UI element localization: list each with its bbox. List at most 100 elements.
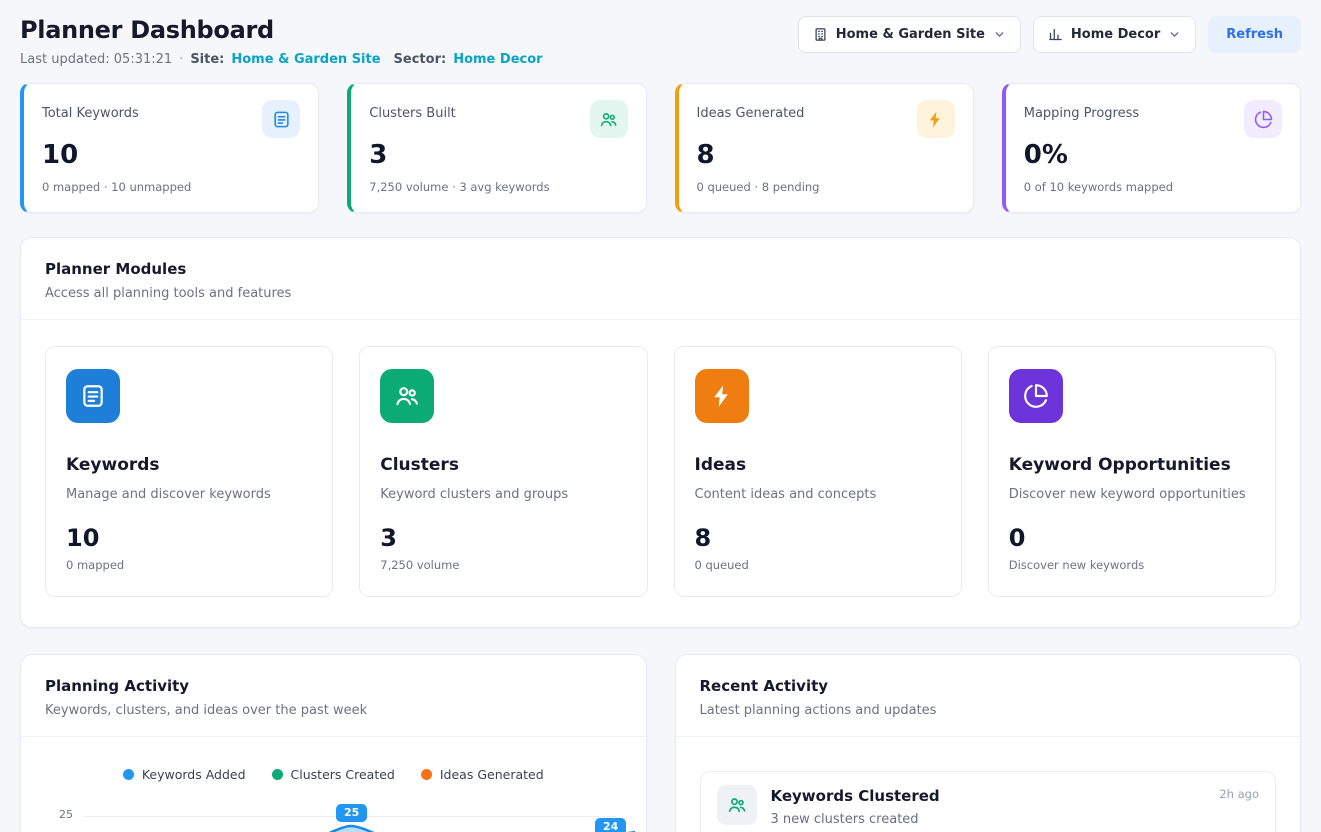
stat-card-mapping-progress: Mapping Progress 0% 0 of 10 keywords map… [1002, 83, 1301, 213]
module-subtext: 7,250 volume [380, 558, 626, 572]
stat-value: 0% [1024, 140, 1282, 170]
chart-legend: Keywords Added Clusters Created Ideas Ge… [45, 767, 622, 782]
planning-activity-title: Planning Activity [45, 677, 622, 695]
divider [676, 736, 1301, 737]
sector-selector-dropdown[interactable]: Home Decor [1033, 16, 1196, 53]
activity-list-item[interactable]: Keywords Clustered 3 new clusters create… [700, 771, 1277, 832]
legend-dot-icon [272, 769, 283, 780]
recent-activity-subtitle: Latest planning actions and updates [700, 703, 1277, 718]
last-updated-text: Last updated: 05:31:21 [20, 52, 172, 67]
legend-label: Keywords Added [142, 767, 246, 782]
planner-modules-panel: Planner Modules Access all planning tool… [20, 237, 1301, 628]
pie-chart-icon [1244, 100, 1282, 138]
module-value: 0 [1009, 524, 1255, 552]
data-point-label: 24 [595, 818, 626, 832]
recent-activity-panel: Recent Activity Latest planning actions … [675, 654, 1302, 832]
users-icon [590, 100, 628, 138]
module-card-clusters[interactable]: Clusters Keyword clusters and groups 3 7… [359, 346, 647, 597]
sector-label: Sector: [394, 52, 447, 67]
legend-dot-icon [123, 769, 134, 780]
data-point-label: 25 [336, 804, 367, 822]
module-value: 3 [380, 524, 626, 552]
legend-label: Ideas Generated [440, 767, 544, 782]
legend-dot-icon [421, 769, 432, 780]
bar-chart-icon [1048, 27, 1063, 42]
stat-value: 3 [369, 140, 627, 170]
legend-item-clusters-created: Clusters Created [272, 767, 395, 782]
stat-label: Total Keywords [42, 100, 139, 121]
module-description: Content ideas and concepts [695, 487, 941, 502]
separator-dot: · [179, 52, 183, 67]
stat-card-ideas-generated: Ideas Generated 8 0 queued · 8 pending [675, 83, 974, 213]
module-title: Ideas [695, 455, 941, 475]
legend-item-keywords-added: Keywords Added [123, 767, 246, 782]
building-icon [813, 27, 828, 42]
activity-item-timestamp: 2h ago [1219, 787, 1259, 801]
activity-item-description: 3 new clusters created [771, 812, 1206, 827]
divider [21, 319, 1300, 320]
stat-label: Mapping Progress [1024, 100, 1139, 121]
sector-link[interactable]: Home Decor [453, 52, 542, 67]
stat-subtext: 0 queued · 8 pending [697, 180, 955, 194]
pie-chart-icon [1009, 369, 1063, 423]
bolt-icon [917, 100, 955, 138]
sector-selector-value: Home Decor [1071, 27, 1160, 42]
module-value: 10 [66, 524, 312, 552]
area-chart: 25 25 24 [45, 798, 622, 832]
legend-item-ideas-generated: Ideas Generated [421, 767, 544, 782]
refresh-button[interactable]: Refresh [1208, 16, 1301, 53]
module-description: Manage and discover keywords [66, 487, 312, 502]
page-title: Planner Dashboard [20, 16, 543, 44]
chevron-down-icon [993, 28, 1006, 41]
stat-label: Ideas Generated [697, 100, 805, 121]
module-subtext: 0 mapped [66, 558, 312, 572]
bolt-icon [695, 369, 749, 423]
header: Planner Dashboard Last updated: 05:31:21… [20, 16, 1301, 67]
stat-value: 8 [697, 140, 955, 170]
module-description: Keyword clusters and groups [380, 487, 626, 502]
users-icon [717, 785, 757, 825]
y-axis-tick: 25 [59, 808, 73, 821]
stat-subtext: 0 mapped · 10 unmapped [42, 180, 300, 194]
module-description: Discover new keyword opportunities [1009, 487, 1255, 502]
site-link[interactable]: Home & Garden Site [231, 52, 380, 67]
module-subtext: Discover new keywords [1009, 558, 1255, 572]
note-icon [262, 100, 300, 138]
recent-activity-title: Recent Activity [700, 677, 1277, 695]
modules-title: Planner Modules [45, 260, 1276, 278]
module-card-keywords[interactable]: Keywords Manage and discover keywords 10… [45, 346, 333, 597]
module-card-keyword-opportunities[interactable]: Keyword Opportunities Discover new keywo… [988, 346, 1276, 597]
module-value: 8 [695, 524, 941, 552]
users-icon [380, 369, 434, 423]
site-selector-dropdown[interactable]: Home & Garden Site [798, 16, 1021, 53]
planning-activity-panel: Planning Activity Keywords, clusters, an… [20, 654, 647, 832]
activity-item-body: Keywords Clustered 3 new clusters create… [771, 785, 1206, 827]
legend-label: Clusters Created [291, 767, 395, 782]
divider [21, 736, 646, 737]
modules-grid: Keywords Manage and discover keywords 10… [45, 346, 1276, 597]
stat-subtext: 7,250 volume · 3 avg keywords [369, 180, 627, 194]
site-selector-value: Home & Garden Site [836, 27, 985, 42]
header-subline: Last updated: 05:31:21 · Site: Home & Ga… [20, 52, 543, 67]
note-icon [66, 369, 120, 423]
modules-subtitle: Access all planning tools and features [45, 286, 1276, 301]
header-toolbar: Home & Garden Site Home Decor Refresh [798, 16, 1301, 53]
module-card-ideas[interactable]: Ideas Content ideas and concepts 8 0 que… [674, 346, 962, 597]
stat-label: Clusters Built [369, 100, 456, 121]
module-title: Keyword Opportunities [1009, 455, 1255, 475]
site-label: Site: [190, 52, 224, 67]
module-subtext: 0 queued [695, 558, 941, 572]
bottom-row: Planning Activity Keywords, clusters, an… [20, 654, 1301, 832]
stat-card-total-keywords: Total Keywords 10 0 mapped · 10 unmapped [20, 83, 319, 213]
chevron-down-icon [1168, 28, 1181, 41]
header-title-block: Planner Dashboard Last updated: 05:31:21… [20, 16, 543, 67]
module-title: Clusters [380, 455, 626, 475]
activity-item-title: Keywords Clustered [771, 787, 1206, 805]
planner-dashboard-page: Planner Dashboard Last updated: 05:31:21… [0, 0, 1321, 832]
planning-activity-subtitle: Keywords, clusters, and ideas over the p… [45, 703, 622, 718]
stat-subtext: 0 of 10 keywords mapped [1024, 180, 1282, 194]
module-title: Keywords [66, 455, 312, 475]
stats-row: Total Keywords 10 0 mapped · 10 unmapped… [20, 83, 1301, 213]
stat-card-clusters-built: Clusters Built 3 7,250 volume · 3 avg ke… [347, 83, 646, 213]
stat-value: 10 [42, 140, 300, 170]
